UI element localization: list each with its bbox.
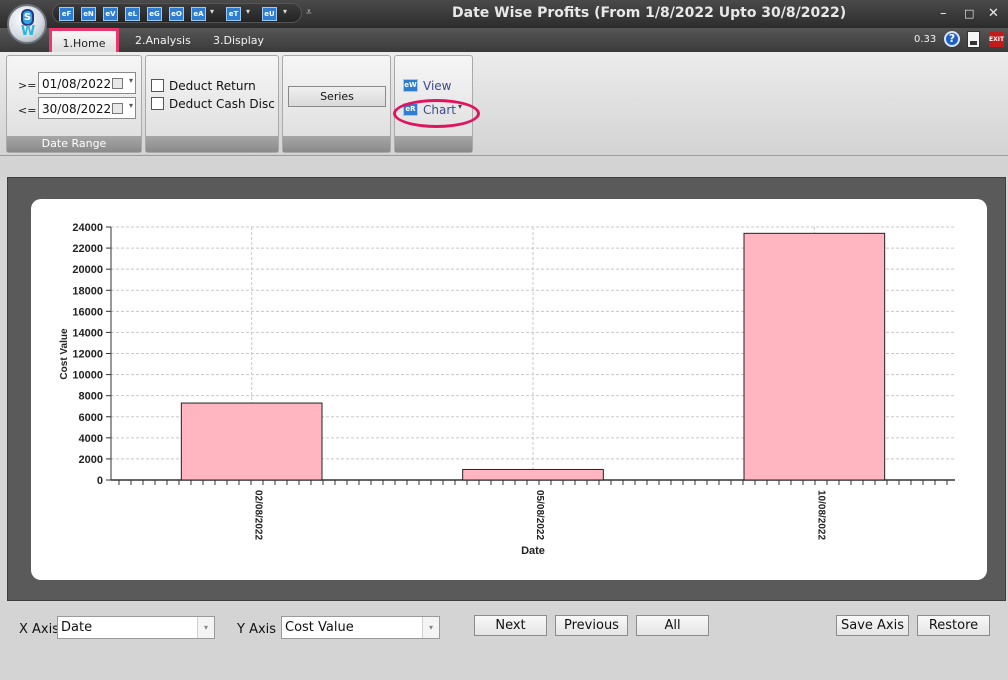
y-tick-label: 18000 [72, 285, 103, 297]
qat-button-l[interactable]: eL [125, 7, 140, 21]
window-title: Date Wise Profits (From 1/8/2022 Upto 30… [452, 5, 847, 21]
qat-button-o[interactable]: eO [169, 7, 184, 21]
qat-customize-icon[interactable]: ⩡ [306, 7, 312, 18]
view-group: eW View eR Chart ▾ [393, 55, 480, 153]
bar [462, 468, 604, 481]
chevron-down-icon[interactable]: ▾ [422, 617, 439, 638]
deduct-group: Deduct Return Deduct Cash Disc [145, 55, 279, 153]
date-range-footer: Date Range [7, 136, 141, 152]
y-axis-value: Cost Value [285, 620, 354, 635]
y-axis-title: Cost Value [59, 328, 70, 380]
exit-icon[interactable]: EXIT [989, 32, 1004, 47]
x-axis-title: Date [521, 545, 545, 557]
close-button[interactable]: ✕ [988, 6, 999, 21]
x-axis-select[interactable]: Date ▾ [57, 616, 215, 639]
y-tick-label: 6000 [79, 412, 103, 424]
y-tick-label: 16000 [72, 306, 103, 318]
document-icon[interactable] [967, 31, 980, 48]
bar [180, 402, 323, 481]
from-date-value: 01/08/2022 [42, 77, 112, 91]
tab-analysis[interactable]: 2.Analysis [135, 34, 191, 47]
previous-button[interactable]: Previous [555, 615, 628, 636]
qat-button-a[interactable]: eA [191, 7, 206, 21]
separator-strip [0, 157, 1008, 177]
save-axis-button[interactable]: Save Axis [836, 615, 909, 636]
quick-access-toolbar: eF eN eV eL eG eO eA ▾ eT ▾ eU ▾ [52, 3, 302, 23]
axis-control-bar: X Axis Date ▾ Y Axis Cost Value ▾ Next P… [0, 601, 1008, 680]
chevron-down-icon[interactable]: ▾ [197, 617, 214, 638]
y-tick-label: 10000 [72, 370, 103, 382]
qat-button-n[interactable]: eN [81, 7, 96, 21]
qat-a-dropdown-icon[interactable]: ▾ [210, 7, 214, 16]
maximize-button[interactable]: □ [964, 7, 974, 20]
qat-button-u[interactable]: eU [262, 7, 277, 21]
chart-frame: 0 2000 4000 6000 8000 10000 12000 14000 16000 180… [7, 177, 1006, 601]
y-tick-label: 2000 [79, 454, 103, 466]
minimize-button[interactable]: – [940, 6, 947, 21]
chevron-down-icon[interactable]: ▾ [129, 76, 133, 85]
x-axis-value: Date [61, 620, 93, 635]
tab-display[interactable]: 3.Display [213, 34, 264, 47]
chart-highlight-ring [393, 99, 480, 128]
x-tick-label: 02/08/2022 [253, 490, 264, 540]
deduct-footer [146, 136, 278, 152]
version-label: 0.33 [914, 34, 937, 45]
bar [743, 232, 886, 481]
restore-button[interactable]: Restore [917, 615, 990, 636]
all-button[interactable]: All [636, 615, 709, 636]
calendar-icon[interactable] [112, 78, 123, 89]
ribbon-tab-bar: 1.Home 2.Analysis 3.Display 0.33 ? EXIT [0, 28, 1008, 56]
next-button[interactable]: Next [474, 615, 547, 636]
y-tick-label: 8000 [79, 391, 103, 403]
to-date-label: <= [18, 104, 37, 117]
deduct-return-checkbox[interactable] [151, 79, 164, 92]
deduct-cash-disc-label[interactable]: Deduct Cash Disc [169, 97, 275, 111]
bar-chart: 0 2000 4000 6000 8000 10000 12000 14000 16000 180… [59, 222, 955, 557]
from-date-label: >= [18, 79, 37, 92]
qat-button-f[interactable]: eF [59, 7, 74, 21]
ribbon: >= 01/08/2022 ▾ <= 30/08/2022 ▾ Date Ran… [0, 52, 1008, 156]
y-tick-label: 4000 [79, 433, 103, 445]
x-tick-label: 05/08/2022 [534, 490, 545, 540]
y-tick-label: 22000 [72, 243, 103, 255]
calendar-icon[interactable] [112, 103, 123, 114]
qat-u-dropdown-icon[interactable]: ▾ [283, 7, 287, 16]
y-axis-select[interactable]: Cost Value ▾ [281, 616, 440, 639]
chevron-down-icon[interactable]: ▾ [129, 101, 133, 110]
y-tick-label: 12000 [72, 349, 103, 361]
view-footer [395, 136, 472, 152]
help-icon[interactable]: ? [944, 31, 960, 47]
y-tick-label: 20000 [72, 264, 103, 276]
series-group: Series [282, 55, 391, 153]
from-date-picker[interactable]: 01/08/2022 ▾ [38, 72, 136, 94]
x-tick-label: 10/08/2022 [815, 490, 826, 540]
y-tick-label: 24000 [72, 222, 103, 234]
to-date-picker[interactable]: 30/08/2022 ▾ [38, 97, 136, 119]
deduct-cash-disc-checkbox[interactable] [151, 97, 164, 110]
y-tick-label: 0 [97, 475, 103, 487]
x-axis-label: X Axis [19, 622, 60, 637]
to-date-value: 30/08/2022 [42, 102, 112, 116]
series-footer [283, 136, 390, 152]
series-button[interactable]: Series [288, 86, 386, 107]
chart-panel: 0 2000 4000 6000 8000 10000 12000 14000 16000 180… [31, 199, 987, 580]
app-logo-icon[interactable]: S W [7, 4, 47, 44]
date-range-group: >= 01/08/2022 ▾ <= 30/08/2022 ▾ Date Ran… [6, 55, 142, 153]
view-icon[interactable]: eW [403, 79, 418, 92]
y-tick-label: 14000 [72, 327, 103, 339]
qat-t-dropdown-icon[interactable]: ▾ [246, 7, 250, 16]
qat-button-t[interactable]: eT [226, 7, 241, 21]
deduct-return-label[interactable]: Deduct Return [169, 79, 256, 93]
qat-button-v[interactable]: eV [103, 7, 118, 21]
y-axis-label: Y Axis [237, 622, 277, 637]
title-bar: eF eN eV eL eG eO eA ▾ eT ▾ eU ▾ ⩡ Date … [0, 0, 1008, 28]
qat-button-g[interactable]: eG [147, 7, 162, 21]
view-button[interactable]: View [423, 79, 451, 93]
